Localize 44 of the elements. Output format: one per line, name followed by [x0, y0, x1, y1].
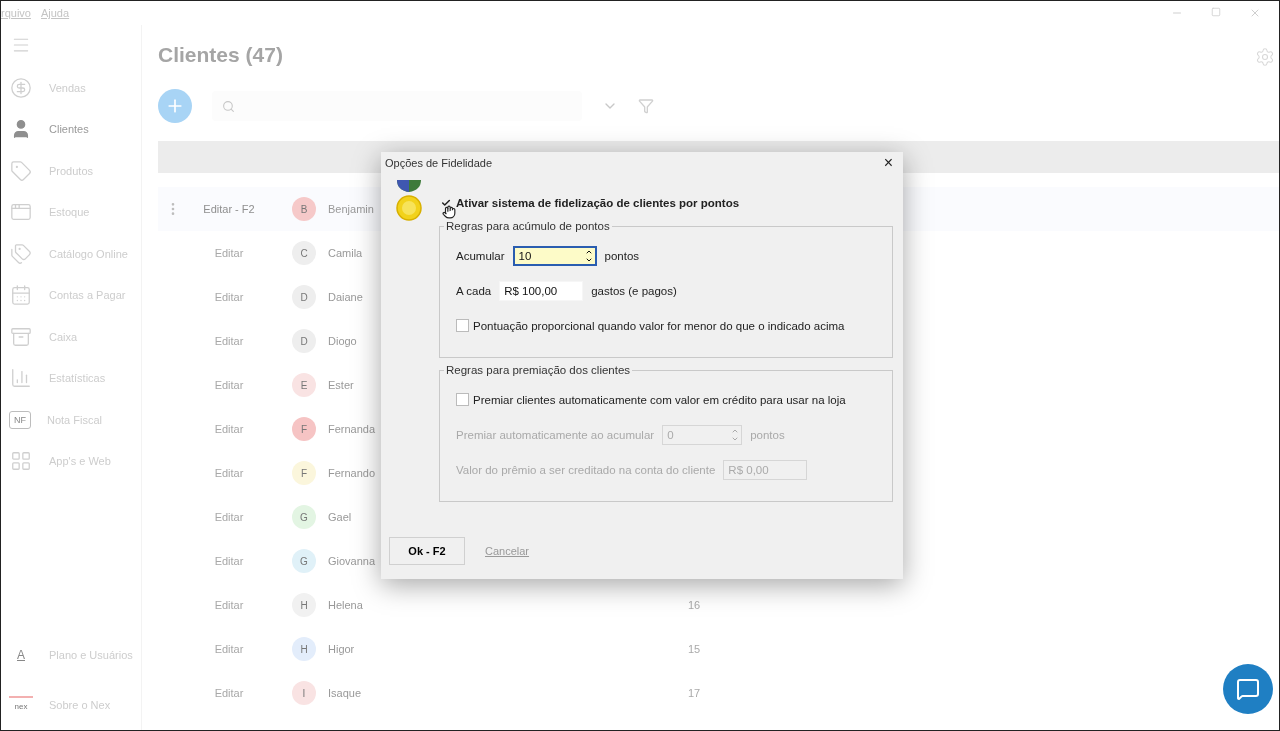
- avatar: G: [292, 505, 316, 529]
- unit-label: pontos: [604, 249, 640, 262]
- checkbox-label: Premiar clientes automaticamente com valor em crédito para usar na loja: [473, 393, 846, 406]
- client-name: Giovanna: [328, 555, 376, 567]
- client-name: Ester: [328, 379, 354, 391]
- dialog-title: Opções de Fidelidade: [385, 157, 492, 169]
- avatar: B: [292, 197, 316, 221]
- table-cell: 15: [688, 643, 701, 655]
- avatar: E: [292, 373, 316, 397]
- field-label: Premiar automaticamente ao acumular: [456, 428, 655, 441]
- avatar: H: [292, 637, 316, 661]
- client-name: Gael: [328, 511, 352, 523]
- avatar: H: [292, 593, 316, 617]
- client-name: Isaque: [328, 687, 362, 699]
- letter-icon: A: [9, 643, 33, 667]
- avatar: G: [292, 549, 316, 573]
- group-title: Regras para premiação dos clientes: [445, 364, 632, 376]
- unit-label: pontos: [750, 428, 785, 441]
- field-label: A cada: [456, 284, 492, 297]
- client-name: Fernando: [328, 467, 376, 479]
- client-name: Camila: [328, 247, 363, 259]
- checkbox-label: Pontuação proporcional quando valor for menor do que o indicado acima: [473, 319, 845, 332]
- unit-label: gastos (e pagos): [591, 284, 677, 297]
- avatar: I: [292, 681, 316, 705]
- avatar: C: [292, 241, 316, 265]
- client-name: Fernanda: [328, 423, 376, 435]
- avatar: F: [292, 461, 316, 485]
- avatar: D: [292, 329, 316, 353]
- client-name: Benjamin: [328, 203, 374, 215]
- client-name: Helena: [328, 599, 363, 611]
- field-label: Acumular: [456, 249, 505, 262]
- page-title: Clientes (47): [158, 43, 283, 67]
- avatar: F: [292, 417, 316, 441]
- logo: nex: [9, 696, 33, 714]
- client-name: Diogo: [328, 335, 357, 347]
- table-cell: 16: [688, 599, 701, 611]
- table-cell: 17: [688, 687, 701, 699]
- nf-icon: NF: [9, 410, 31, 429]
- field-label: Valor do prêmio a ser creditado na conta do cliente: [456, 463, 716, 476]
- avatar: D: [292, 285, 316, 309]
- client-name: Higor: [328, 643, 355, 655]
- group-title: Regras para acúmulo de pontos: [445, 220, 611, 232]
- checkbox-label: Ativar sistema de fidelização de clientes por pontos: [456, 197, 740, 209]
- client-name: Daiane: [328, 291, 363, 303]
